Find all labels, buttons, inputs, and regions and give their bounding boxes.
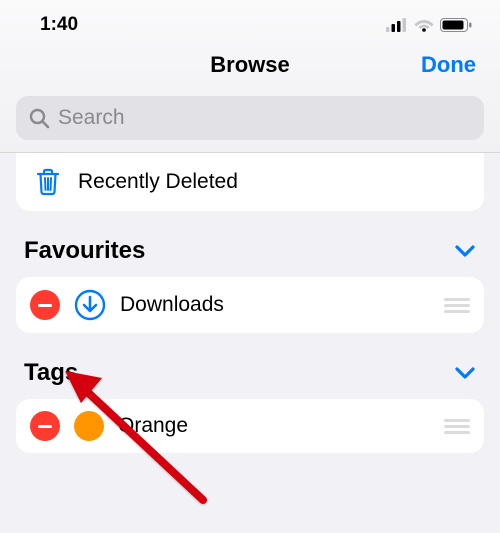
recently-deleted-row[interactable]: Recently Deleted — [16, 153, 484, 211]
drag-handle-icon[interactable] — [444, 419, 470, 434]
chevron-down-icon — [454, 366, 476, 380]
delete-button[interactable] — [30, 411, 60, 441]
favourite-item-downloads[interactable]: Downloads — [16, 277, 484, 333]
page-title: Browse — [210, 52, 289, 78]
delete-button[interactable] — [30, 290, 60, 320]
header: Browse Done — [0, 44, 500, 90]
recently-deleted-label: Recently Deleted — [78, 170, 238, 194]
cellular-icon — [386, 18, 408, 32]
download-icon — [74, 289, 106, 321]
tags-title: Tags — [24, 359, 78, 387]
search-input[interactable]: Search — [16, 96, 484, 140]
done-button[interactable]: Done — [421, 52, 476, 78]
status-time: 1:40 — [40, 14, 78, 36]
chevron-down-icon — [454, 244, 476, 258]
favourite-item-label: Downloads — [120, 293, 430, 317]
search-wrap: Search — [0, 90, 500, 153]
favourites-title: Favourites — [24, 237, 145, 265]
favourites-header[interactable]: Favourites — [16, 211, 484, 277]
search-placeholder: Search — [58, 106, 125, 130]
status-icons — [386, 18, 472, 32]
tag-item-label: Orange — [118, 414, 430, 438]
tag-item-orange[interactable]: Orange — [16, 399, 484, 453]
wifi-icon — [414, 18, 434, 32]
tags-header[interactable]: Tags — [16, 333, 484, 399]
status-bar: 1:40 — [0, 0, 500, 44]
tag-color-dot — [74, 411, 104, 441]
trash-icon — [34, 167, 62, 197]
drag-handle-icon[interactable] — [444, 298, 470, 313]
search-icon — [28, 107, 50, 129]
battery-icon — [440, 18, 472, 32]
